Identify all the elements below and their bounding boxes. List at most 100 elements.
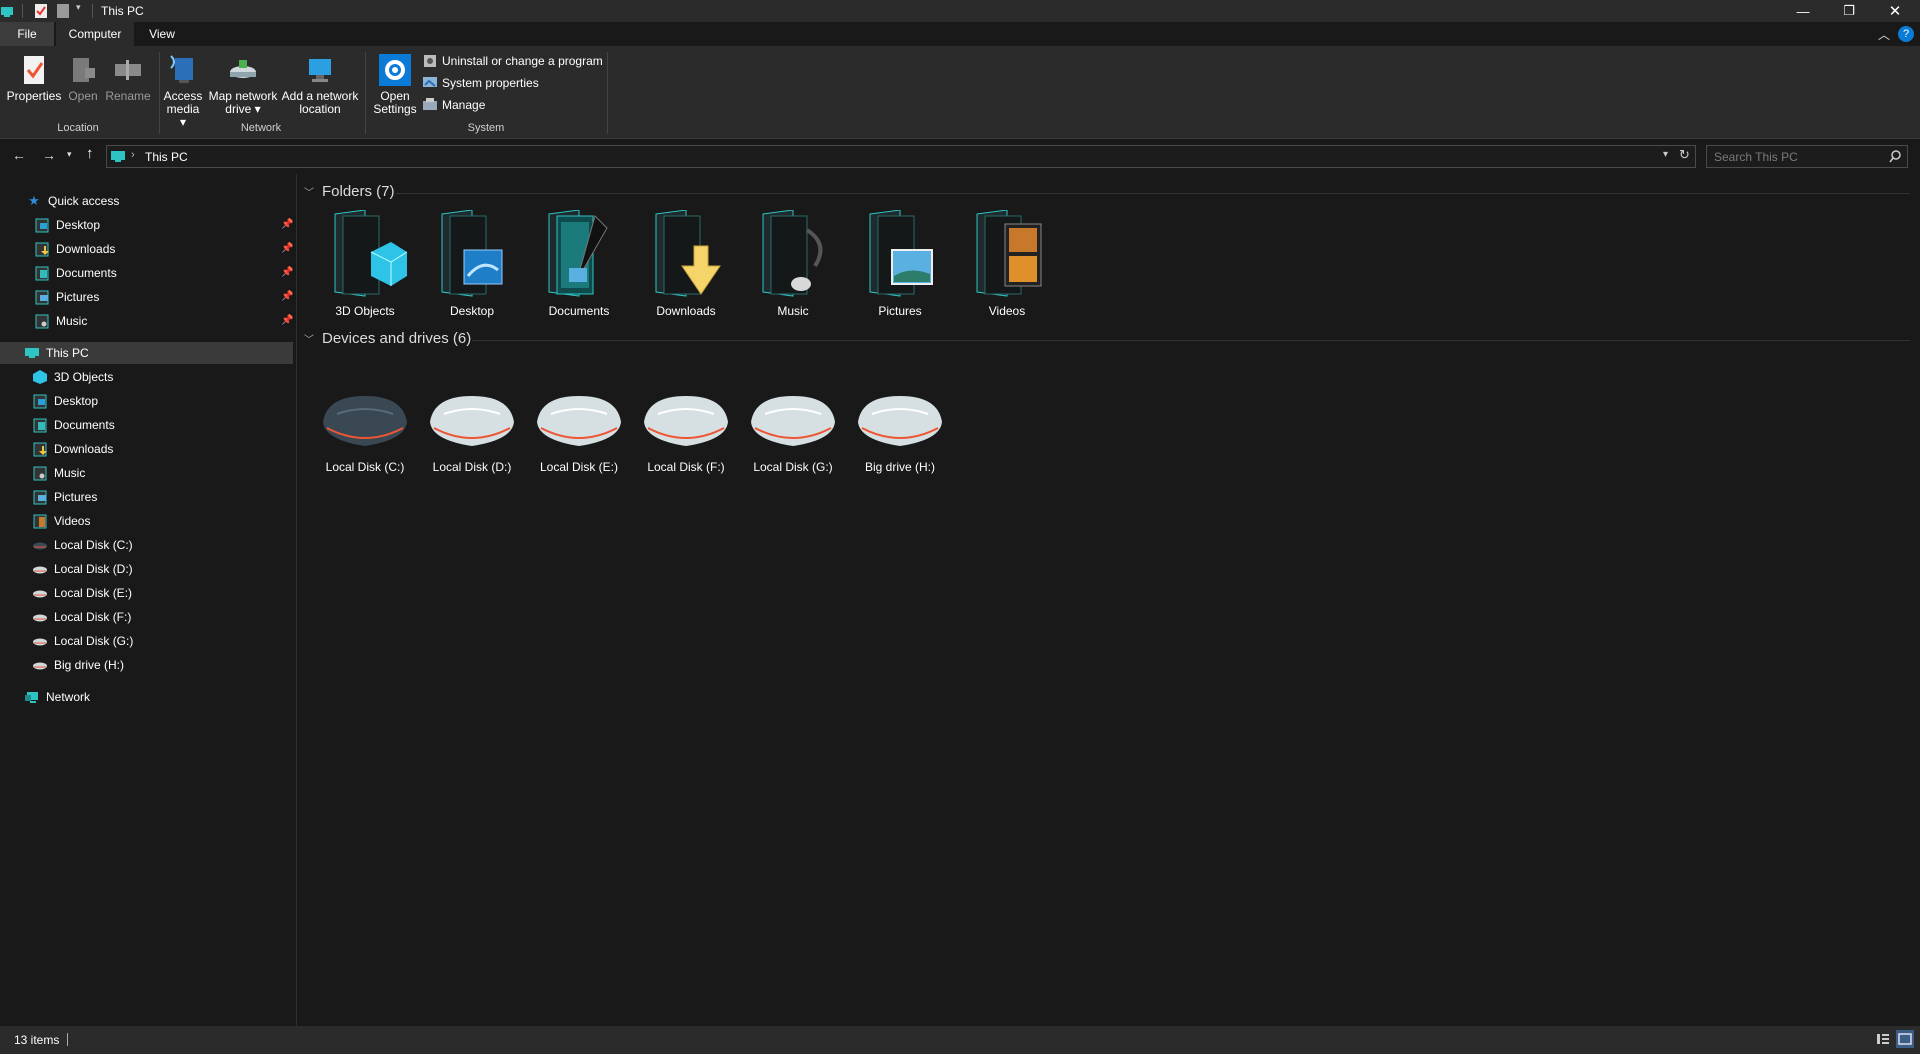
nav-music[interactable]: Music [32,462,85,484]
network-icon [25,692,38,703]
open-icon [73,58,95,82]
drives-section-title: Devices and drives (6) [322,330,472,347]
nav-documents[interactable]: Documents [32,414,115,436]
pin-icon[interactable]: 📌 [281,291,293,302]
folder-downloads[interactable]: Downloads [634,210,738,318]
nav-local-disk-e[interactable]: Local Disk (E:) [32,582,132,604]
drive-icon [33,638,47,646]
section-divider [396,193,1910,194]
drives-section-header[interactable]: ﹀ Devices and drives (6) [304,330,471,347]
drive-big-drive-h[interactable]: Big drive (H:) [848,388,952,474]
folder-desktop[interactable]: Desktop [420,210,524,318]
close-button[interactable]: ✕ [1872,0,1918,22]
drive-local-disk-g[interactable]: Local Disk (G:) [741,388,845,474]
drive-label: Local Disk (G:) [753,460,833,474]
nav-quick-desktop[interactable]: Desktop [34,214,100,236]
folder-videos[interactable]: Videos [955,210,1059,318]
address-bar[interactable]: › This PC ▾ ↻ [106,145,1696,168]
pin-icon[interactable]: 📌 [281,243,293,254]
details-view-icon[interactable] [1876,1032,1890,1046]
folder-documents[interactable]: Documents [527,210,631,318]
folder-pictures[interactable]: Pictures [848,210,952,318]
drive-dark-icon [323,396,407,446]
drive-local-disk-c[interactable]: Local Disk (C:) [313,388,417,474]
add-network-location-button[interactable]: Add a network location [280,54,360,116]
pin-icon[interactable]: 📌 [281,267,293,278]
drive-icon [858,396,942,446]
nav-videos[interactable]: Videos [32,510,90,532]
drive-local-disk-d[interactable]: Local Disk (D:) [420,388,524,474]
uninstall-program-button[interactable]: Uninstall or change a program [422,52,603,70]
videos-folder-icon [33,514,47,529]
nav-local-disk-g[interactable]: Local Disk (G:) [32,630,133,652]
nav-item-label: Desktop [54,394,99,408]
back-arrow-icon[interactable]: ← [12,147,26,163]
nav-item-label: Downloads [54,442,114,456]
nav-this-pc[interactable]: This PC [24,342,89,364]
restore-button[interactable]: ❐ [1826,0,1872,22]
map-network-drive-icon [230,60,256,78]
nav-3d-objects[interactable]: 3D Objects [32,366,113,388]
nav-quick-downloads[interactable]: Downloads [34,238,115,260]
manage-button[interactable]: Manage [422,96,485,114]
folder-3d-objects[interactable]: 3D Objects [313,210,417,318]
open-label: Open [68,89,98,103]
nav-pictures[interactable]: Pictures [32,486,97,508]
pin-icon[interactable]: 📌 [281,219,293,230]
rename-label: Rename [105,89,151,103]
this-pc-icon[interactable] [0,4,14,18]
properties-button[interactable]: Properties [6,54,62,103]
search-icon[interactable] [1889,150,1902,163]
nav-item-label: Documents [54,418,115,432]
drive-label: Local Disk (D:) [432,460,512,474]
access-media-button[interactable]: Access media ▾ [162,54,204,129]
breadcrumb-this-pc[interactable]: This PC [145,150,188,164]
up-arrow-icon[interactable]: ↑ [86,145,94,162]
tab-computer[interactable]: Computer [56,22,134,46]
search-placeholder: Search This PC [1714,150,1798,164]
nav-quick-music[interactable]: Music [34,310,87,332]
nav-item-label: Documents [56,266,117,280]
minimize-button[interactable]: — [1780,0,1826,22]
nav-local-disk-c[interactable]: Local Disk (C:) [32,534,133,556]
drive-local-disk-f[interactable]: Local Disk (F:) [634,388,738,474]
nav-local-disk-f[interactable]: Local Disk (F:) [32,606,131,628]
rename-button[interactable]: Rename [104,54,152,103]
collapse-chevron-icon[interactable]: ﹀ [304,331,314,346]
nav-network[interactable]: Network [24,686,90,708]
collapse-chevron-icon[interactable]: ﹀ [304,184,314,199]
refresh-icon[interactable]: ↻ [1679,147,1690,163]
customize-quick-access-icon[interactable]: ▾ [76,2,81,13]
properties-quick-icon[interactable] [34,3,48,19]
large-icons-view-icon[interactable] [1896,1030,1914,1048]
this-pc-icon [25,348,39,358]
system-properties-button[interactable]: System properties [422,74,539,92]
folder-music[interactable]: Music [741,210,845,318]
drive-label: Local Disk (C:) [325,460,405,474]
nav-quick-documents[interactable]: Documents [34,262,117,284]
nav-item-label: Downloads [56,242,116,256]
open-button[interactable]: Open [64,54,102,103]
drive-local-disk-e[interactable]: Local Disk (E:) [527,388,631,474]
drive-icon [33,566,47,574]
nav-downloads[interactable]: Downloads [32,438,113,460]
nav-big-drive-h[interactable]: Big drive (H:) [32,654,124,676]
pin-icon[interactable]: 📌 [281,315,293,326]
recent-locations-icon[interactable]: ▾ [67,149,72,160]
nav-quick-access[interactable]: ★ Quick access [26,190,119,212]
nav-desktop[interactable]: Desktop [32,390,98,412]
folders-section-header[interactable]: ﹀ Folders (7) [304,183,395,200]
minimize-ribbon-icon[interactable]: ︿ [1878,26,1890,43]
nav-local-disk-d[interactable]: Local Disk (D:) [32,558,133,580]
help-icon[interactable]: ? [1898,26,1914,42]
search-box[interactable]: Search This PC [1706,145,1908,168]
open-settings-button[interactable]: Open Settings [370,54,420,116]
forward-arrow-icon[interactable]: → [42,147,56,163]
nav-quick-pictures[interactable]: Pictures [34,286,99,308]
tab-file[interactable]: File [0,22,54,46]
new-folder-quick-icon[interactable] [56,3,70,19]
toolbar-divider [22,4,23,18]
address-history-icon[interactable]: ▾ [1663,149,1668,160]
tab-view[interactable]: View [140,22,184,46]
map-network-drive-button[interactable]: Map network drive ▾ [206,54,280,116]
